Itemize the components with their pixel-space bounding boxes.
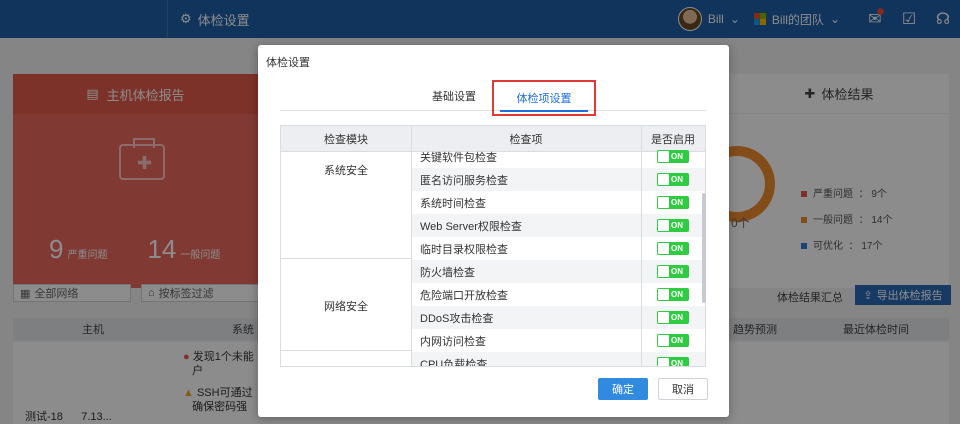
module-divider <box>281 350 411 351</box>
check-item-row: 危险端口开放检查 ON <box>411 283 705 306</box>
module-divider <box>281 258 411 259</box>
check-item-label: CPU负载检查 <box>420 358 488 367</box>
toggle-state: ON <box>671 290 683 299</box>
check-item-row: 临时目录权限检查 ON <box>411 237 705 260</box>
check-item-row: 防火墙检查 ON <box>411 260 705 283</box>
check-item-label: 危险端口开放检查 <box>420 289 508 302</box>
active-tab-indicator <box>500 110 588 112</box>
check-item-row: 匿名访问服务检查 ON <box>411 168 705 191</box>
check-item-row: CPU负载检查 ON <box>411 352 705 367</box>
check-item-label: 系统时间检查 <box>420 197 486 210</box>
toggle-knob <box>658 358 669 366</box>
toggle-state: ON <box>671 244 683 253</box>
module-system-security: 系统安全 <box>324 165 368 177</box>
enable-toggle[interactable]: ON <box>657 334 689 347</box>
toggle-knob <box>658 151 669 162</box>
check-item-label: 内网访问检查 <box>420 335 486 348</box>
toggle-state: ON <box>671 152 683 161</box>
check-item-row: DDoS攻击检查 ON <box>411 306 705 329</box>
check-item-label: Web Server权限检查 <box>420 220 522 233</box>
check-item-row: 系统时间检查 ON <box>411 191 705 214</box>
table-scrollbar[interactable] <box>702 193 706 303</box>
toggle-knob <box>658 266 669 277</box>
toggle-knob <box>658 289 669 300</box>
toggle-knob <box>658 312 669 323</box>
check-item-row: 内网访问检查 ON <box>411 329 705 352</box>
column-divider <box>641 126 642 366</box>
toggle-state: ON <box>671 221 683 230</box>
enable-toggle[interactable]: ON <box>657 150 689 163</box>
toggle-state: ON <box>671 336 683 345</box>
dialog-title: 体检设置 <box>266 57 310 69</box>
toggle-state: ON <box>671 359 683 367</box>
header-module: 检查模块 <box>324 134 368 146</box>
toggle-knob <box>658 197 669 208</box>
check-item-row: 关键软件包检查 ON <box>411 145 705 168</box>
toggle-state: ON <box>671 267 683 276</box>
toggle-knob <box>658 243 669 254</box>
check-item-label: 匿名访问服务检查 <box>420 174 508 187</box>
enable-toggle[interactable]: ON <box>657 242 689 255</box>
tab-basic-settings[interactable]: 基础设置 <box>424 81 484 111</box>
cancel-button[interactable]: 取消 <box>658 378 708 400</box>
toggle-knob <box>658 335 669 346</box>
check-item-label: 临时目录权限检查 <box>420 243 508 256</box>
check-item-label: 防火墙检查 <box>420 266 475 279</box>
module-network-security: 网络安全 <box>324 301 368 313</box>
enable-toggle[interactable]: ON <box>657 357 689 367</box>
toggle-knob <box>658 174 669 185</box>
toggle-state: ON <box>671 175 683 184</box>
dialog-tabs: 基础设置 体检项设置 <box>280 80 706 116</box>
enable-toggle[interactable]: ON <box>657 311 689 324</box>
check-item-label: DDoS攻击检查 <box>420 312 494 325</box>
check-item-label: 关键软件包检查 <box>420 151 497 164</box>
settings-dialog: 体检设置 基础设置 体检项设置 检查模块 检查项 是否启用 系统安全 网络安全 … <box>258 45 729 417</box>
check-item-row: Web Server权限检查 ON <box>411 214 705 237</box>
confirm-button[interactable]: 确定 <box>598 378 648 400</box>
enable-toggle[interactable]: ON <box>657 219 689 232</box>
enable-toggle[interactable]: ON <box>657 196 689 209</box>
toggle-knob <box>658 220 669 231</box>
check-items-table: 检查模块 检查项 是否启用 系统安全 网络安全 关键软件包检查 ON 匿名访问服务检… <box>280 125 706 367</box>
enable-toggle[interactable]: ON <box>657 173 689 186</box>
enable-toggle[interactable]: ON <box>657 288 689 301</box>
toggle-state: ON <box>671 198 683 207</box>
column-divider <box>411 126 412 366</box>
toggle-state: ON <box>671 313 683 322</box>
tab-check-item-settings[interactable]: 体检项设置 <box>492 80 596 116</box>
enable-toggle[interactable]: ON <box>657 265 689 278</box>
